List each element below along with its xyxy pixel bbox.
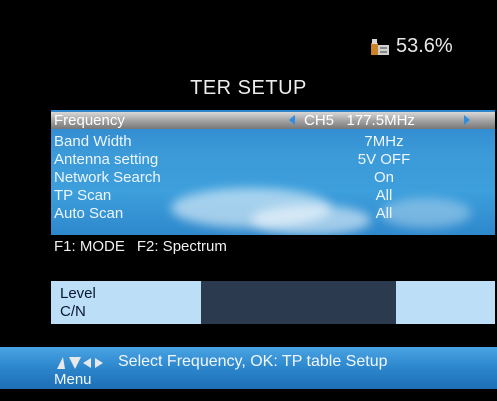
arrow-left-icon[interactable]: [289, 115, 295, 125]
tp-scan-label: TP Scan: [54, 186, 112, 204]
network-search-value: On: [373, 168, 394, 186]
frequency-channel: CH5: [304, 112, 335, 129]
menu-row-network-search[interactable]: Network Search On: [51, 168, 495, 186]
frequency-label: Frequency: [54, 112, 125, 129]
level-label: Level: [60, 285, 96, 302]
signal-bar-end: [396, 281, 495, 324]
antenna-setting-value: 5V OFF: [357, 150, 411, 168]
frequency-mhz: 177.5MHz: [346, 112, 415, 129]
auto-scan-value: All: [375, 204, 393, 222]
signal-labels: Level C/N: [51, 281, 201, 324]
usb-storage-icon: [371, 39, 389, 55]
status-hint-menu: Menu: [54, 371, 92, 388]
signal-bar-track: [201, 281, 396, 324]
tp-scan-value: All: [375, 186, 393, 204]
auto-scan-label: Auto Scan: [54, 204, 124, 222]
network-search-label: Network Search: [54, 168, 161, 186]
antenna-setting-label: Antenna setting: [54, 150, 159, 168]
status-hint: Select Frequency, OK: TP table Setup: [118, 353, 388, 370]
status-bar: Select Frequency, OK: TP table Setup Men…: [0, 347, 497, 389]
storage-percent: 53.6%: [396, 34, 453, 57]
navigation-arrows-icon: [57, 357, 103, 369]
f1-mode-key[interactable]: F1: MODE: [54, 238, 125, 255]
menu-row-tp-scan[interactable]: TP Scan All: [51, 186, 495, 204]
function-keys: F1: MODE F2: Spectrum: [54, 238, 227, 255]
band-width-value: 7MHz: [364, 132, 404, 150]
setup-menu: Frequency CH5 177.5MHz Band Width 7MHz A…: [51, 110, 495, 235]
cn-label: C/N: [60, 303, 86, 320]
menu-row-auto-scan[interactable]: Auto Scan All: [51, 204, 495, 222]
band-width-label: Band Width: [54, 132, 132, 150]
storage-indicator: 53.6%: [370, 33, 453, 59]
f2-spectrum-key[interactable]: F2: Spectrum: [137, 238, 227, 255]
tv-screen: 53.6% TER SETUP Frequency CH5 177.5MHz B…: [0, 0, 497, 401]
signal-panel: Level C/N: [51, 281, 495, 324]
menu-row-antenna-setting[interactable]: Antenna setting 5V OFF: [51, 150, 495, 168]
frequency-value: CH5 177.5MHz: [304, 112, 415, 129]
page-title: TER SETUP: [190, 77, 307, 99]
menu-row-frequency[interactable]: Frequency CH5 177.5MHz: [51, 112, 495, 129]
menu-row-band-width[interactable]: Band Width 7MHz: [51, 132, 495, 150]
arrow-right-icon[interactable]: [464, 115, 470, 125]
